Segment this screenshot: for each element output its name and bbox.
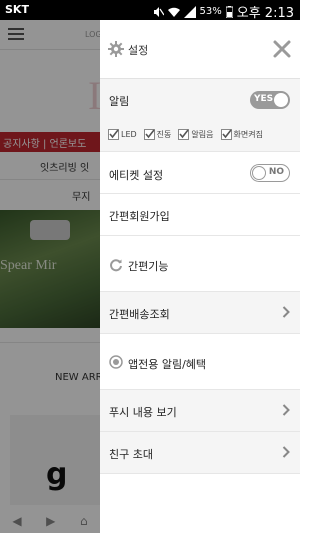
toggle-knob <box>274 93 288 107</box>
etiquette-toggle-text: NO <box>268 167 284 177</box>
signal-icon <box>183 5 196 18</box>
checkbox-checked-icon <box>143 129 155 140</box>
app-only-alerts-label: 앱전용 알림/혜택 <box>128 358 207 371</box>
easy-function-label: 간편기능 <box>128 260 169 273</box>
checkbox-checked-icon <box>178 129 190 140</box>
easy-signup-label: 간편회원가입 <box>109 210 170 223</box>
chevron-right-icon <box>282 446 290 458</box>
led-checkbox[interactable]: LED <box>108 129 137 140</box>
etiquette-setting-row: 에티켓 설정 NO <box>100 152 300 194</box>
alert-options-row: LED 진동 알림음 화면켜짐 <box>100 120 300 152</box>
battery-icon <box>225 5 233 18</box>
drawer-title: 설정 <box>128 44 149 57</box>
checkbox-checked-icon <box>108 129 119 140</box>
clock: 오후 2:13 <box>236 6 294 21</box>
invite-friend-row[interactable]: 친구 초대 <box>100 432 300 474</box>
settings-drawer: 설정 알림 YES LED 진동 알림음 화면켜짐 에티켓 설정 NO 간편회원… <box>100 20 300 533</box>
gear-icon <box>108 41 124 57</box>
vibrate-checkbox[interactable]: 진동 <box>143 129 172 140</box>
refresh-icon <box>110 259 122 272</box>
alert-setting-row: 알림 YES <box>100 79 300 120</box>
alert-toggle-text: YES <box>254 94 274 104</box>
etiquette-toggle[interactable]: NO <box>250 164 290 182</box>
mute-icon <box>153 6 164 17</box>
close-icon[interactable] <box>272 39 292 59</box>
led-label: LED <box>121 130 137 139</box>
easy-signup-row[interactable]: 간편회원가입 <box>100 194 300 236</box>
app-only-alerts-row[interactable]: 앱전용 알림/혜택 <box>100 334 300 390</box>
checkbox-checked-icon <box>220 129 232 140</box>
easy-delivery-row[interactable]: 간편배송조회 <box>100 292 300 334</box>
drawer-header: 설정 <box>100 20 300 79</box>
sound-label: 알림음 <box>191 130 214 139</box>
vibrate-label: 진동 <box>156 130 172 139</box>
chevron-right-icon <box>282 306 290 318</box>
invite-friend-label: 친구 초대 <box>109 448 153 461</box>
toggle-knob <box>252 165 266 180</box>
screen-on-label: 화면켜짐 <box>233 130 263 139</box>
push-content-label: 푸시 내용 보기 <box>109 406 177 419</box>
screen-on-checkbox[interactable]: 화면켜짐 <box>220 129 263 140</box>
alert-label: 알림 <box>109 95 130 108</box>
carrier-name: SKT <box>5 3 29 16</box>
easy-function-row[interactable]: 간편기능 <box>100 236 300 292</box>
target-icon <box>109 355 123 369</box>
battery-percent: 53% <box>199 6 222 17</box>
wifi-icon <box>167 7 180 17</box>
push-content-row[interactable]: 푸시 내용 보기 <box>100 390 300 432</box>
sound-checkbox[interactable]: 알림음 <box>178 129 214 140</box>
chevron-right-icon <box>282 404 290 416</box>
easy-delivery-label: 간편배송조회 <box>109 308 170 321</box>
alert-options: LED 진동 알림음 화면켜짐 <box>108 129 266 140</box>
status-bar: SKT 53% 오후 2:13 <box>0 0 300 21</box>
alert-toggle[interactable]: YES <box>250 91 290 109</box>
etiquette-label: 에티켓 설정 <box>109 169 164 182</box>
status-icons: 53% 오후 2:13 <box>152 2 294 21</box>
